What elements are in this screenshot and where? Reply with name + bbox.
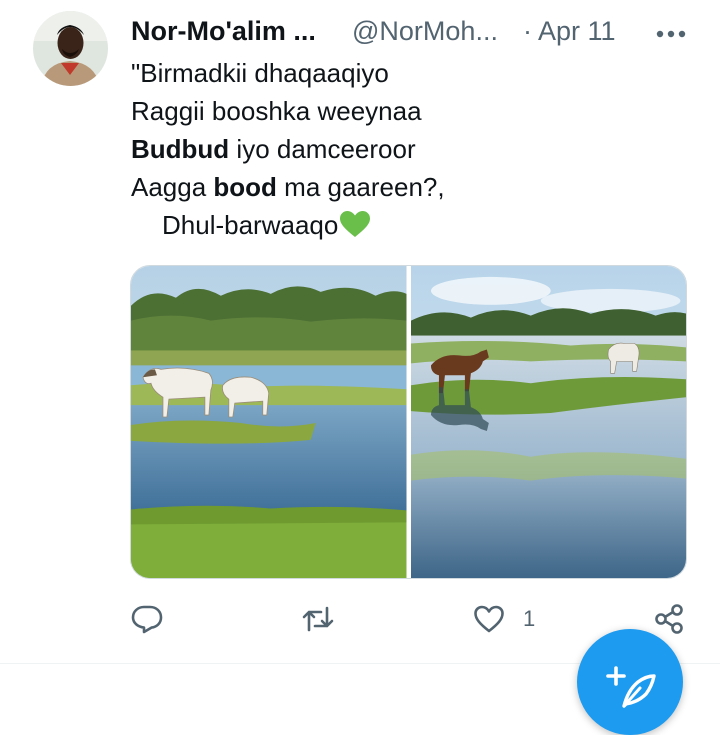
tweet-text: "Birmadkii dhaqaaqiyo Raggii booshka wee… — [131, 54, 681, 248]
tweet-media[interactable] — [130, 265, 687, 579]
compose-button[interactable] — [577, 629, 683, 735]
horses-in-wetland-photo — [410, 266, 686, 578]
bold-word: bood — [213, 172, 277, 202]
compose-icon — [606, 666, 656, 708]
share-button[interactable] — [652, 602, 686, 636]
reply-icon — [131, 605, 163, 634]
green-heart-icon — [339, 210, 371, 248]
author-avatar[interactable] — [33, 11, 108, 86]
tweet-line: Budbud iyo damceeroor — [131, 134, 416, 164]
retweet-button[interactable] — [301, 602, 335, 636]
more-options-icon[interactable] — [653, 17, 689, 47]
author-handle[interactable]: @NorMoh... — [352, 16, 498, 47]
photo-right[interactable] — [410, 266, 686, 578]
two-horses-at-lake-photo — [131, 266, 407, 578]
tweet-line: Dhul-barwaaqo — [131, 206, 681, 248]
tweet-line: Raggii booshka weeynaa — [131, 96, 422, 126]
retweet-icon — [302, 606, 334, 632]
like-button[interactable]: 1 — [472, 602, 535, 636]
like-count: 1 — [523, 606, 536, 631]
share-icon — [655, 604, 683, 634]
avatar-image — [33, 11, 108, 86]
tweet-date[interactable]: · Apr 11 — [523, 16, 616, 47]
tweet-line: Aagga bood ma gaareen?, — [131, 172, 445, 202]
heart-icon — [474, 605, 504, 633]
bold-word: Budbud — [131, 134, 230, 164]
photo-left[interactable] — [131, 266, 407, 578]
reply-button[interactable] — [130, 602, 164, 636]
tweet-line: "Birmadkii dhaqaaqiyo — [131, 58, 389, 88]
author-name[interactable]: Nor-Mo'alim ... — [131, 16, 316, 47]
tweet-header: Nor-Mo'alim ... @NorMoh... · Apr 11 — [131, 12, 691, 50]
